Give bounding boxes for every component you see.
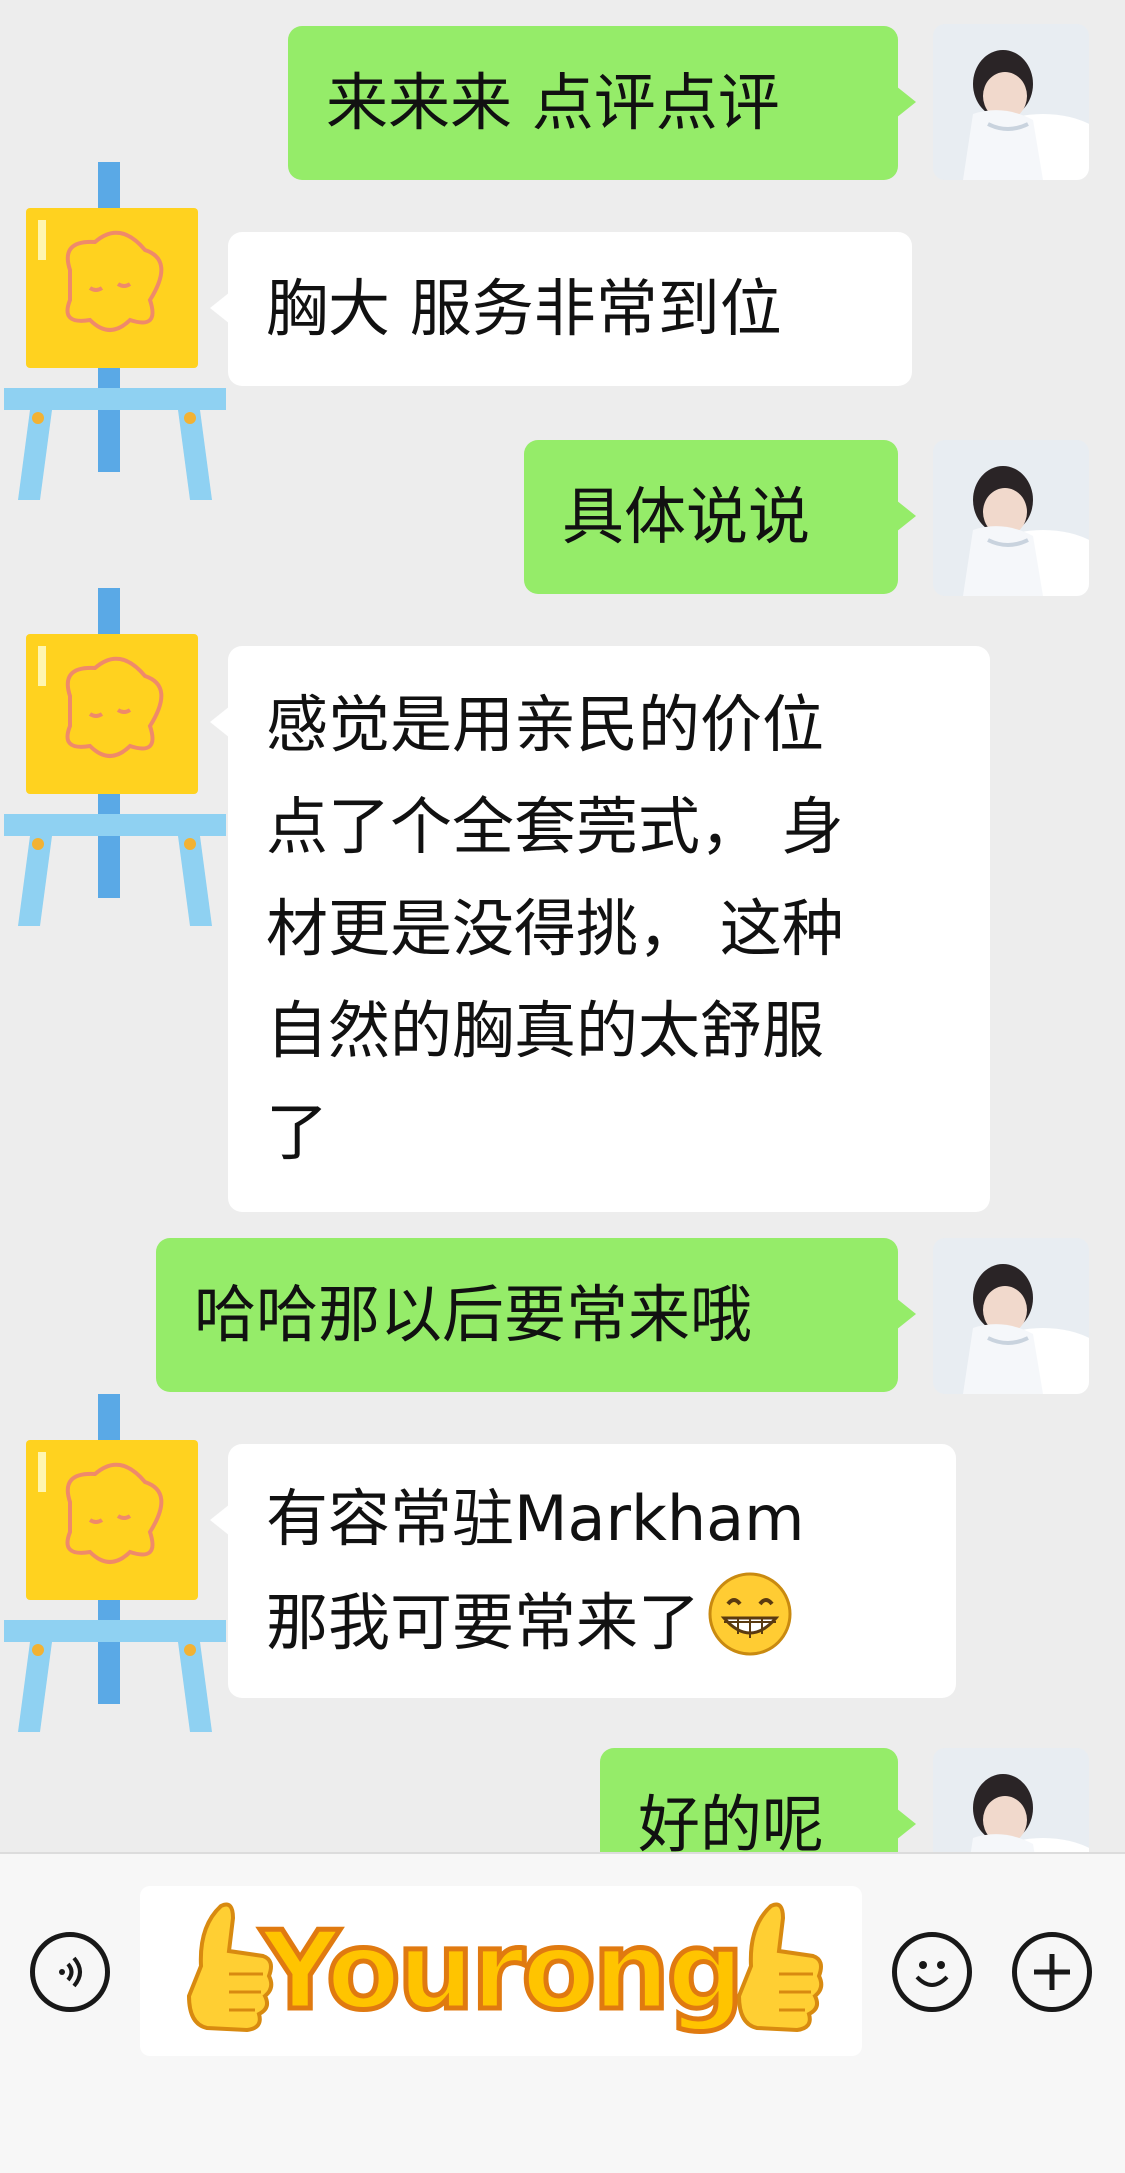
message-text: 来来来 点评点评 — [326, 66, 780, 139]
message-bubble-outgoing[interactable]: 好的呢 — [600, 1748, 916, 1852]
message-line: 点了个全套莞式， 身 — [266, 790, 844, 863]
message-bubble-incoming[interactable]: 感觉是用亲民的价位 点了个全套莞式， 身 材更是没得挑， 这种 自然的胸真的太舒… — [210, 646, 990, 1212]
message-text: 胸大 服务非常到位 — [266, 272, 782, 345]
message-bubble-outgoing[interactable]: 来来来 点评点评 — [288, 26, 916, 180]
message-bubble-outgoing[interactable]: 具体说说 — [524, 440, 916, 594]
chat-area: 来来来 点评点评 胸大 服务非常到位 具体说说 感觉是用亲民的价位 点了个全套莞… — [0, 0, 1125, 1852]
message-line: 材更是没得挑， 这种 — [266, 892, 844, 965]
message-input-field[interactable]: Yourong — [140, 1886, 862, 2056]
user-avatar[interactable] — [933, 1238, 1089, 1394]
brand-text: Yourong — [258, 1906, 746, 2036]
plus-button[interactable] — [1012, 1932, 1092, 2012]
message-line: 有容常驻Markham — [266, 1482, 805, 1555]
plus-icon — [1034, 1954, 1070, 1990]
grinning-face-icon — [708, 1572, 792, 1656]
message-text: 哈哈那以后要常来哦 — [194, 1278, 753, 1351]
message-text: 好的呢 — [638, 1788, 825, 1852]
message-line-text: 那我可要常来了 — [266, 1586, 701, 1659]
contact-avatar[interactable] — [0, 160, 230, 500]
message-bubble-incoming[interactable]: 有容常驻Markham 那我可要常来了 — [210, 1444, 956, 1698]
voice-icon — [59, 1956, 82, 1988]
contact-avatar[interactable] — [0, 586, 230, 926]
user-avatar[interactable] — [933, 440, 1089, 596]
message-line: 感觉是用亲民的价位 — [266, 688, 825, 761]
user-avatar[interactable] — [933, 1748, 1089, 1852]
message-line: 自然的胸真的太舒服 — [266, 994, 825, 1067]
emoji-button[interactable] — [892, 1932, 972, 2012]
message-text: 具体说说 — [562, 480, 811, 553]
emoji-icon — [915, 1961, 949, 1987]
message-line: 那我可要常来了 — [266, 1570, 918, 1674]
message-bubble-incoming[interactable]: 胸大 服务非常到位 — [210, 232, 912, 386]
user-avatar[interactable] — [933, 24, 1089, 180]
input-bar: Yourong — [0, 1852, 1125, 2173]
voice-button[interactable] — [30, 1932, 110, 2012]
brand-sticker: Yourong — [140, 1886, 862, 2056]
message-line: 了 — [266, 1096, 329, 1169]
contact-avatar[interactable] — [0, 1392, 230, 1732]
message-bubble-outgoing[interactable]: 哈哈那以后要常来哦 — [156, 1238, 916, 1392]
